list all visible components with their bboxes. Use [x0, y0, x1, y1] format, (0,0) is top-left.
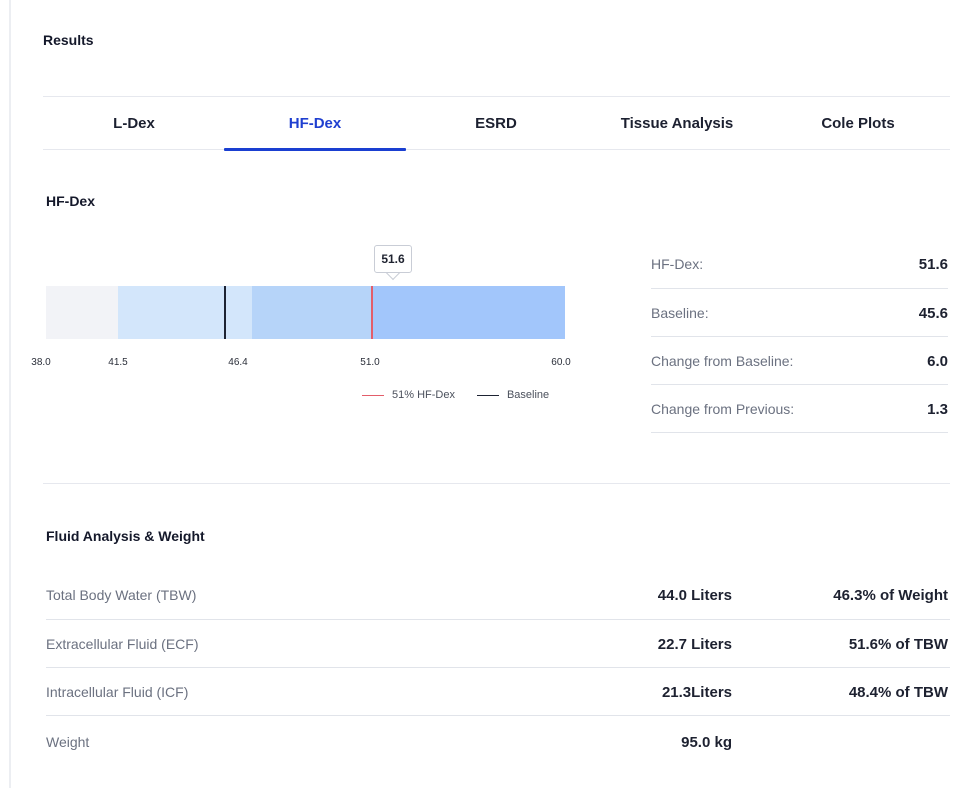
gauge-band-3 [252, 286, 372, 339]
tab-tissue-analysis[interactable]: Tissue Analysis [586, 97, 768, 149]
table-row: Total Body Water (TBW) 44.0 Liters 46.3%… [46, 571, 950, 619]
section-divider [43, 483, 950, 484]
gauge-tick-label: 41.5 [108, 357, 128, 368]
fluid-amount: 22.7 Liters [657, 635, 732, 653]
gauge-tick-label: 38.0 [31, 357, 51, 368]
fluid-label: Weight [46, 734, 90, 750]
gauge-tick-label: 60.0 [551, 357, 571, 368]
table-row: Weight 95.0 kg [46, 718, 950, 766]
fluid-percent: 51.6% of TBW [848, 635, 948, 653]
stat-label: Change from Previous: [651, 401, 795, 417]
current-value-tooltip: 51.6 [374, 245, 412, 273]
stat-label: Baseline: [651, 305, 709, 321]
current-legend-label: 51% HF-Dex [392, 389, 455, 401]
divider [46, 715, 950, 716]
stat-label: HF-Dex: [651, 256, 704, 272]
fluid-label: Total Body Water (TBW) [46, 587, 197, 603]
fluid-section-title: Fluid Analysis & Weight [46, 528, 205, 544]
stat-value: 6.0 [927, 352, 948, 370]
baseline-legend-label: Baseline [506, 389, 550, 401]
hfdex-section-title: HF-Dex [46, 193, 96, 209]
gauge-legend: 51% HF-Dex Baseline [362, 389, 549, 401]
results-title: Results [43, 32, 94, 48]
stat-value: 45.6 [918, 304, 948, 322]
tab-hf-dex[interactable]: HF-Dex [224, 97, 406, 151]
tab-cole-plots[interactable]: Cole Plots [767, 97, 949, 149]
fluid-label: Intracellular Fluid (ICF) [46, 684, 189, 700]
gauge-band-2 [118, 286, 252, 339]
divider [651, 432, 948, 433]
gauge-tick-label: 51.0 [360, 357, 380, 368]
stat-value: 51.6 [918, 255, 948, 273]
current-legend-swatch [362, 394, 384, 396]
fluid-label: Extracellular Fluid (ECF) [46, 636, 199, 652]
gauge-tick-label: 46.4 [228, 357, 248, 368]
stat-row-change-previous: Change from Previous: 1.3 [651, 385, 948, 433]
baseline-legend-swatch [476, 394, 499, 396]
stat-row-hfdex: HF-Dex: 51.6 [651, 240, 948, 288]
tab-esrd[interactable]: ESRD [405, 97, 587, 149]
current-marker [371, 286, 373, 339]
table-row: Intracellular Fluid (ICF) 21.3Liters 48.… [46, 668, 950, 716]
fluid-percent: 48.4% of TBW [848, 683, 948, 701]
stat-label: Change from Baseline: [651, 353, 794, 369]
stat-row-baseline: Baseline: 45.6 [651, 289, 948, 337]
stat-row-change-baseline: Change from Baseline: 6.0 [651, 337, 948, 385]
gauge-band-1 [46, 286, 118, 339]
fluid-amount: 21.3Liters [661, 683, 732, 701]
left-border [9, 0, 11, 788]
fluid-percent: 46.3% of Weight [833, 586, 948, 604]
stat-value: 1.3 [927, 400, 948, 418]
fluid-amount: 44.0 Liters [657, 586, 732, 604]
table-row: Extracellular Fluid (ECF) 22.7 Liters 51… [46, 620, 950, 668]
gauge-band-4 [372, 286, 565, 339]
results-tabs: L-Dex HF-Dex ESRD Tissue Analysis Cole P… [43, 96, 950, 151]
fluid-amount: 95.0 kg [681, 733, 732, 751]
baseline-marker [224, 286, 226, 339]
tab-l-dex[interactable]: L-Dex [43, 97, 225, 149]
